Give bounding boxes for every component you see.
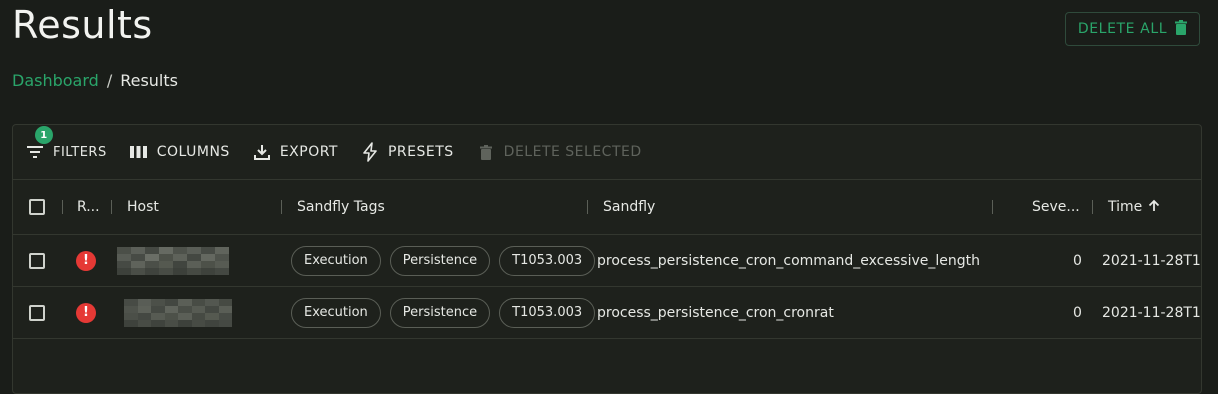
table-row[interactable]: ! Execution Persistence T1053.003 proces… xyxy=(13,235,1201,287)
filter-icon: 1 xyxy=(25,126,53,162)
column-separator[interactable] xyxy=(281,200,282,214)
delete-selected-button[interactable]: DELETE SELECTED xyxy=(476,137,642,167)
column-separator[interactable] xyxy=(111,200,112,214)
column-separator[interactable] xyxy=(587,200,588,214)
delete-selected-label: DELETE SELECTED xyxy=(503,144,642,160)
tags-cell: Execution Persistence T1053.003 xyxy=(291,235,604,286)
row-checkbox[interactable] xyxy=(29,304,45,321)
column-header-severity[interactable]: Seve... xyxy=(1032,180,1080,234)
breadcrumb: Dashboard / Results xyxy=(12,70,178,90)
row-checkbox[interactable] xyxy=(29,252,45,269)
host-cell xyxy=(124,287,232,338)
tag-chip[interactable]: T1053.003 xyxy=(499,245,596,276)
column-header-time[interactable]: Time xyxy=(1108,180,1160,234)
columns-button[interactable]: COLUMNS xyxy=(129,137,230,167)
risk-cell: ! xyxy=(76,235,96,286)
delete-all-label: DELETE ALL xyxy=(1077,21,1168,37)
filters-label: FILTERS xyxy=(53,144,107,160)
host-cell xyxy=(117,235,229,286)
presets-button[interactable]: PRESETS xyxy=(360,137,454,167)
row-select-cell xyxy=(29,287,45,338)
risk-cell: ! xyxy=(76,287,96,338)
table-header: R... Host Sandfly Tags Sandfly Seve... T… xyxy=(13,179,1201,235)
column-separator[interactable] xyxy=(992,200,993,214)
column-header-sandfly-tags[interactable]: Sandfly Tags xyxy=(297,180,385,234)
export-label: EXPORT xyxy=(279,144,338,160)
results-grid: 1 FILTERS COLUMNS EXPORT PRESETS DELETE … xyxy=(12,124,1202,394)
page-title: Results xyxy=(12,3,153,47)
row-select-cell xyxy=(29,235,45,286)
tag-chip[interactable]: Persistence xyxy=(389,297,491,328)
column-header-risk[interactable]: R... xyxy=(77,180,100,234)
breadcrumb-current: Results xyxy=(120,70,178,90)
grid-toolbar: 1 FILTERS COLUMNS EXPORT PRESETS DELETE … xyxy=(13,125,1201,179)
select-all-cell xyxy=(29,180,45,234)
export-button[interactable]: EXPORT xyxy=(252,137,338,167)
breadcrumb-dashboard-link[interactable]: Dashboard xyxy=(12,71,99,90)
sort-ascending-icon[interactable] xyxy=(1148,199,1160,216)
breadcrumb-separator: / xyxy=(106,70,113,90)
column-header-host[interactable]: Host xyxy=(127,180,159,234)
trash-icon xyxy=(1175,19,1188,39)
sandfly-cell: process_persistence_cron_cronrat xyxy=(597,304,834,321)
presets-label: PRESETS xyxy=(387,144,454,160)
filters-button[interactable]: 1 FILTERS xyxy=(25,126,107,167)
column-separator[interactable] xyxy=(1092,200,1093,214)
trash-icon xyxy=(476,142,496,162)
tag-chip[interactable]: Persistence xyxy=(389,245,491,276)
column-header-sandfly[interactable]: Sandfly xyxy=(603,180,655,234)
download-icon xyxy=(252,142,272,162)
time-cell: 2021-11-28T1 xyxy=(1102,304,1201,321)
tags-cell: Execution Persistence T1053.003 xyxy=(291,287,604,338)
time-cell: 2021-11-28T1 xyxy=(1102,252,1201,269)
lightning-icon xyxy=(360,142,380,162)
severity-cell: 0 xyxy=(1073,304,1082,321)
table-row[interactable]: ! Execution Persistence T1053.003 proces… xyxy=(13,287,1201,339)
columns-icon xyxy=(129,142,149,162)
column-separator[interactable] xyxy=(62,200,63,214)
redacted-host xyxy=(124,298,232,327)
tag-chip[interactable]: Execution xyxy=(291,245,381,276)
tag-chip[interactable]: Execution xyxy=(291,297,381,328)
select-all-checkbox[interactable] xyxy=(29,199,45,215)
error-icon: ! xyxy=(76,302,96,323)
error-icon: ! xyxy=(76,250,96,271)
delete-all-button[interactable]: DELETE ALL xyxy=(1065,12,1200,46)
column-header-time-label: Time xyxy=(1108,199,1143,215)
redacted-host xyxy=(117,246,229,275)
tag-chip[interactable]: T1053.003 xyxy=(499,297,596,328)
severity-cell: 0 xyxy=(1073,252,1082,269)
filters-count-badge: 1 xyxy=(35,126,53,144)
sandfly-cell: process_persistence_cron_command_excessi… xyxy=(597,252,980,269)
columns-label: COLUMNS xyxy=(156,144,230,160)
